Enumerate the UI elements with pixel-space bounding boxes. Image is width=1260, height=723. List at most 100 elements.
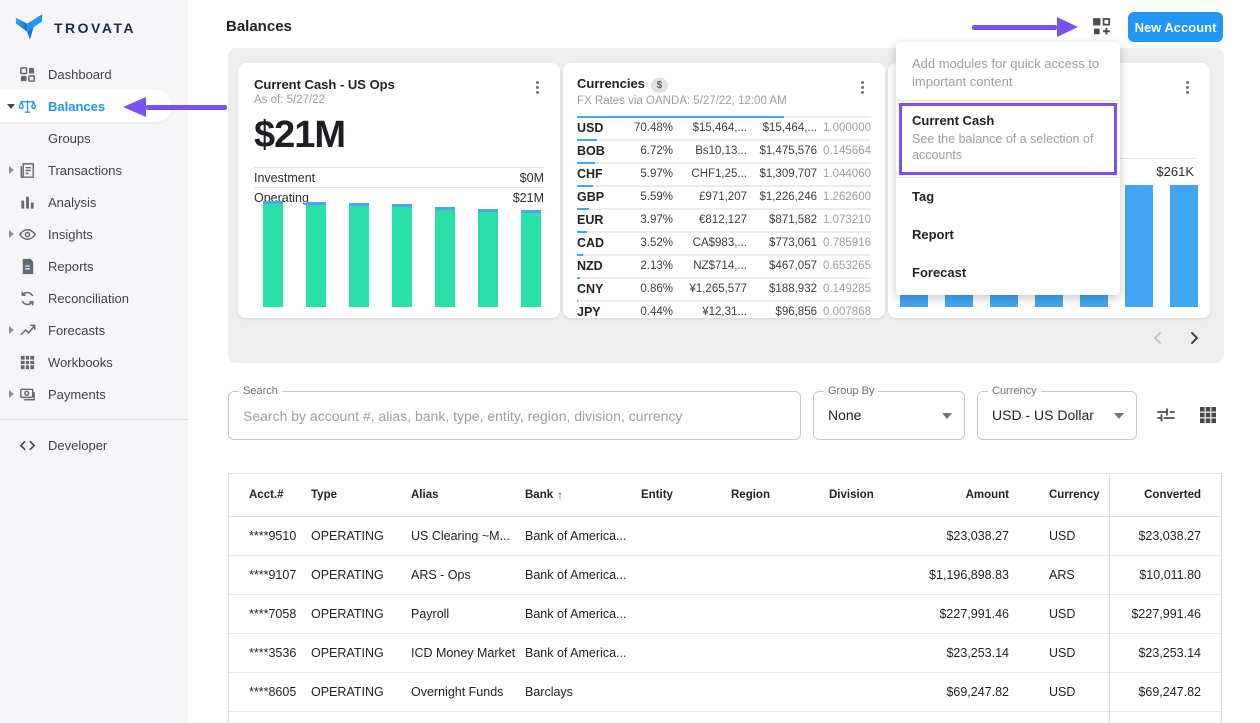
- currency-share-track: [577, 162, 871, 164]
- module-item-title: Current Cash: [912, 113, 1104, 128]
- currency-fx-rate: 1.044060: [817, 168, 871, 180]
- currency-percent: 3.52%: [617, 237, 673, 249]
- carousel-next-button[interactable]: [1184, 329, 1204, 349]
- sidebar-item-label: Insights: [48, 227, 93, 242]
- column-label: Currency: [1049, 489, 1100, 501]
- annotation-arrow-left: [123, 97, 227, 117]
- card-menu-kebab-icon[interactable]: [530, 79, 544, 97]
- currency-rows: USD70.48%$15,464,...$15,464,...1.000000B…: [577, 116, 871, 318]
- modules-hint-text: Add modules for quick access to importan…: [896, 42, 1120, 100]
- currency-usd-amount: $1,475,576: [747, 145, 817, 157]
- cell-division: [829, 634, 899, 672]
- column-header-bank[interactable]: Bank↑: [525, 474, 641, 516]
- column-header-alias[interactable]: Alias: [411, 474, 525, 516]
- currency-code: GBP: [577, 190, 617, 204]
- sidebar-item-forecasts[interactable]: Forecasts: [0, 314, 188, 346]
- cell-amount: $1,196,898.83: [899, 556, 1009, 594]
- sidebar-item-reports[interactable]: Reports: [0, 250, 188, 282]
- column-header-amount[interactable]: Amount: [899, 474, 1009, 516]
- chart-bar: [478, 209, 498, 307]
- currency-usd-amount: $1,309,707: [747, 168, 817, 180]
- column-label: Converted: [1144, 489, 1201, 501]
- table-row[interactable]: ****3536OPERATINGICD Money MarketBank of…: [229, 634, 1221, 673]
- cell-alias: ARS - Ops: [411, 556, 525, 594]
- add-modules-button[interactable]: [1088, 15, 1114, 41]
- currency-select[interactable]: Currency USD - US Dollar: [977, 391, 1137, 440]
- sidebar-item-analysis[interactable]: Analysis: [0, 186, 188, 218]
- main-content: Balances New Account Current: [188, 0, 1260, 723]
- module-item-tag[interactable]: Tag: [896, 178, 1120, 216]
- cell-acct: ****7058: [249, 595, 311, 633]
- currency-fx-rate: 1.073210: [817, 214, 871, 226]
- cell-entity: [641, 673, 731, 711]
- currency-row-eur: EUR3.97%€812,127$871,5821.073210: [577, 208, 871, 231]
- cell-entity: [641, 634, 731, 672]
- bar-segment-operating: [349, 206, 369, 307]
- breakdown-label: Investment: [254, 171, 315, 185]
- developer-icon: [17, 435, 37, 455]
- table-row[interactable]: ****9510OPERATINGUS Clearing ~M...Bank o…: [229, 517, 1221, 556]
- table-row[interactable]: ****7058OPERATINGPayrollBank of America.…: [229, 595, 1221, 634]
- sidebar-divider: [0, 419, 188, 420]
- cell-converted: $23,253.14: [1109, 634, 1221, 672]
- card-menu-kebab-icon[interactable]: [855, 79, 869, 97]
- carousel-prev-button[interactable]: [1148, 329, 1168, 349]
- column-header-converted[interactable]: Converted: [1109, 474, 1221, 516]
- cell-converted: $227,991.46: [1109, 595, 1221, 633]
- column-header-entity[interactable]: Entity: [641, 474, 731, 516]
- cell-type: [311, 712, 411, 723]
- table-row[interactable]: ****9107OPERATINGARS - OpsBank of Americ…: [229, 556, 1221, 595]
- module-item-forecast[interactable]: Forecast: [896, 254, 1120, 292]
- sidebar-item-groups[interactable]: Groups: [0, 122, 188, 154]
- group-by-select[interactable]: Group By None: [813, 391, 965, 440]
- sidebar-item-insights[interactable]: Insights: [0, 218, 188, 250]
- table-row-partial: [229, 712, 1221, 723]
- chart-bar: [306, 202, 326, 307]
- cell-currency: ARS: [1009, 556, 1109, 594]
- sidebar-item-reconciliation[interactable]: Reconciliation: [0, 282, 188, 314]
- module-item-report[interactable]: Report: [896, 216, 1120, 254]
- card-menu-kebab-icon[interactable]: [1180, 79, 1194, 97]
- column-header-type[interactable]: Type: [311, 474, 411, 516]
- cell-bank: Barclays: [525, 673, 641, 711]
- filter-settings-button[interactable]: [1154, 403, 1178, 427]
- module-item-current-cash-highlighted[interactable]: Current Cash See the balance of a selecti…: [899, 103, 1117, 175]
- sidebar-item-dashboard[interactable]: Dashboard: [0, 58, 188, 90]
- currency-share-fill: [577, 254, 583, 256]
- currency-native-amount: NZ$714,...: [673, 260, 747, 272]
- brand-logo[interactable]: TROVATA: [0, 0, 188, 44]
- sidebar-item-transactions[interactable]: Transactions: [0, 154, 188, 186]
- analysis-icon: [17, 192, 37, 212]
- card-as-of: As of: 5/27/22: [254, 94, 544, 106]
- cell-bank: Bank of America...: [525, 556, 641, 594]
- new-account-button[interactable]: New Account: [1128, 12, 1223, 42]
- column-header-region[interactable]: Region: [731, 474, 829, 516]
- cell-currency: USD: [1009, 673, 1109, 711]
- column-header-division[interactable]: Division: [829, 474, 899, 516]
- cell-alias: Payroll: [411, 595, 525, 633]
- module-item-description: See the balance of a selection of accoun…: [912, 131, 1104, 164]
- column-header-currency[interactable]: Currency: [1009, 474, 1109, 516]
- cell-alias: Overnight Funds: [411, 673, 525, 711]
- currency-share-track: [577, 300, 871, 302]
- sidebar-item-workbooks[interactable]: Workbooks: [0, 346, 188, 378]
- sidebar-item-label: Analysis: [48, 195, 96, 210]
- add-modules-dropdown: Add modules for quick access to importan…: [896, 42, 1120, 295]
- sidebar-item-payments[interactable]: Payments: [0, 378, 188, 410]
- grid-view-button[interactable]: [1196, 403, 1220, 427]
- chart-bar: [349, 203, 369, 307]
- arrow-shaft: [146, 105, 227, 110]
- currency-share-fill: [577, 208, 589, 210]
- table-row[interactable]: ****8605OPERATINGOvernight FundsBarclays…: [229, 673, 1221, 712]
- search-input[interactable]: [229, 392, 800, 439]
- currency-value: USD - US Dollar: [992, 407, 1094, 423]
- currency-share-track: [577, 231, 871, 233]
- cell-currency: USD: [1009, 595, 1109, 633]
- currency-code: CNY: [577, 282, 617, 296]
- currency-share-fill: [577, 185, 593, 187]
- sidebar-item-developer[interactable]: Developer: [0, 429, 188, 461]
- cell-amount: [899, 712, 1009, 723]
- column-header-acct-[interactable]: Acct.#: [249, 474, 311, 516]
- forecasts-icon: [17, 320, 37, 340]
- column-label: Entity: [641, 489, 673, 501]
